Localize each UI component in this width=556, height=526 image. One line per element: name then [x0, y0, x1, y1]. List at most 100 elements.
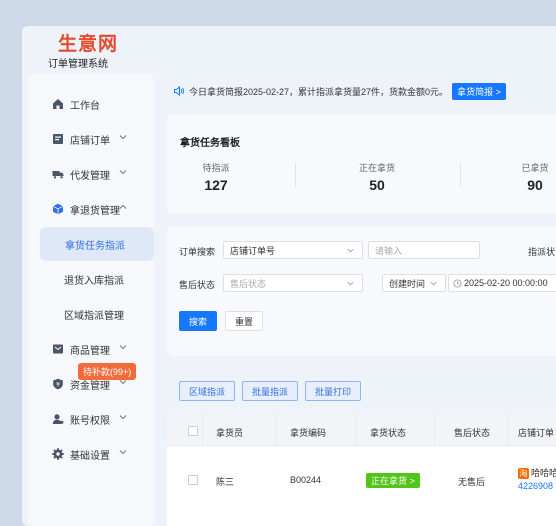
chevron-up-icon [119, 204, 127, 209]
cell-store-name: 淘哈哈哈 [518, 466, 556, 479]
user-icon [52, 413, 64, 425]
chevron-down-icon [347, 281, 354, 286]
svg-text:¥: ¥ [56, 382, 60, 389]
row-checkbox[interactable] [188, 475, 198, 485]
sidebar: 生意网 订单管理系统 工作台 店铺订单 代发管理 拿退货管理 拿货任务指派 退货… [22, 26, 155, 526]
chevron-down-icon [430, 281, 437, 286]
stat-value: 50 [369, 177, 385, 193]
truck-icon [52, 168, 64, 180]
status-badge[interactable]: 正在拿货 > [366, 473, 420, 488]
chevron-down-icon [119, 135, 127, 140]
divider [460, 163, 461, 187]
divider [202, 414, 203, 445]
order-search-select[interactable]: 店铺订单号 [223, 241, 363, 259]
sidebar-item-store-orders[interactable]: 店铺订单 [28, 122, 154, 156]
stat-value: 90 [527, 177, 543, 193]
stat-label: 待指派 [202, 163, 230, 173]
sidebar-item-label: 拿退货管理 [70, 205, 120, 217]
cell-after-sale: 无售后 [458, 477, 486, 487]
sidebar-item-label: 工作台 [70, 100, 100, 112]
sidebar-item-workbench[interactable]: 工作台 [28, 87, 154, 121]
store-order-link[interactable]: 4226908 [518, 481, 553, 491]
divider [295, 163, 296, 187]
after-sale-label: 售后状态 [179, 280, 216, 290]
col-header-store-order: 店铺订单 [518, 428, 555, 438]
reset-button[interactable]: 重置 [225, 311, 263, 331]
notice-bar: 今日拿货简报2025-02-27，累计指派拿货量27件，货款金额0元。 拿货简报… [173, 82, 506, 100]
order-search-label: 订单搜索 [179, 247, 216, 257]
select-value: 店铺订单号 [230, 245, 276, 256]
clock-icon [453, 278, 462, 288]
divider [434, 414, 435, 445]
goods-icon [52, 343, 64, 355]
sidebar-item-return-assign[interactable]: 退货入库指派 [28, 262, 190, 296]
divider [508, 414, 509, 445]
speaker-icon [174, 85, 185, 97]
input-placeholder: 请输入 [375, 245, 403, 256]
time-type-select[interactable]: 创建时间 [382, 274, 446, 292]
sidebar-item-label: 区域指派管理 [64, 310, 124, 322]
taobao-icon: 淘 [518, 468, 529, 479]
stat-picked: 已拿货 90 [515, 161, 555, 193]
shield-icon: ¥ [52, 378, 64, 390]
notice-text: 今日拿货简报2025-02-27，累计指派拿货量27件，货款金额0元。 [189, 86, 449, 97]
sidebar-item-label: 代发管理 [70, 170, 110, 182]
sidebar-item-label: 账号权限 [70, 415, 110, 427]
chevron-down-icon [347, 248, 354, 253]
order-search-input[interactable]: 请输入 [368, 241, 480, 259]
date-value: 2025-02-20 00:00:00 [464, 278, 548, 288]
col-header-code: 拿货编码 [290, 428, 327, 438]
chevron-down-icon [119, 450, 127, 455]
batch-assign-button[interactable]: 批量指派 [242, 381, 298, 401]
sidebar-item-goods[interactable]: 商品管理 [28, 332, 154, 366]
sidebar-item-label: 退货入库指派 [64, 275, 124, 287]
col-header-picker: 拿货员 [216, 428, 244, 438]
sidebar-item-label: 拿货任务指派 [65, 240, 125, 252]
app-window: 生意网 订单管理系统 工作台 店铺订单 代发管理 拿退货管理 拿货任务指派 退货… [22, 26, 556, 526]
divider [276, 414, 277, 445]
sidebar-item-region-assign[interactable]: 区域指派管理 [28, 297, 190, 331]
search-button[interactable]: 搜索 [179, 311, 217, 331]
sidebar-nav: 工作台 店铺订单 代发管理 拿退货管理 拿货任务指派 退货入库指派 区域指派管理… [28, 73, 154, 526]
gear-icon [52, 448, 64, 460]
select-placeholder: 售后状态 [230, 278, 267, 289]
after-sale-select[interactable]: 售后状态 [223, 274, 363, 292]
stat-pending: 待指派 127 [194, 161, 238, 193]
sidebar-item-account[interactable]: 账号权限 [28, 402, 154, 436]
sidebar-item-settings[interactable]: 基础设置 [28, 437, 154, 471]
date-range-input[interactable]: 2025-02-20 00:00:00 [448, 274, 556, 292]
col-header-after-sale: 售后状态 [454, 428, 491, 438]
logo-mark: 生意网 [58, 34, 119, 55]
divider [356, 414, 357, 445]
store-name: 哈哈哈 [531, 468, 556, 478]
logo: 生意网 订单管理系统 [48, 34, 148, 72]
cell-picker: 陈三 [216, 477, 235, 487]
chevron-down-icon [119, 170, 127, 175]
stat-label: 已拿货 [521, 163, 549, 173]
board-title: 拿货任务看板 [180, 138, 240, 149]
home-icon [52, 98, 64, 110]
daily-brief-button[interactable]: 拿货简报 > [452, 82, 506, 100]
sidebar-item-label: 基础设置 [70, 450, 110, 462]
logo-subtitle: 订单管理系统 [48, 59, 108, 70]
region-assign-button[interactable]: 区域指派 [179, 381, 235, 401]
stat-label: 正在拿货 [358, 163, 395, 173]
cell-code: B00244 [290, 475, 322, 485]
select-value: 创建时间 [389, 278, 426, 289]
chevron-down-icon [119, 415, 127, 420]
stat-picking: 正在拿货 50 [352, 161, 402, 193]
chevron-down-icon [119, 345, 127, 350]
sidebar-item-dropship[interactable]: 代发管理 [28, 157, 154, 191]
sidebar-item-pick-return[interactable]: 拿退货管理 [28, 192, 154, 226]
stat-value: 127 [204, 177, 228, 193]
sidebar-item-pick-task-assign[interactable]: 拿货任务指派 [40, 227, 154, 261]
select-all-checkbox[interactable] [188, 426, 198, 436]
batch-print-button[interactable]: 批量打印 [305, 381, 361, 401]
cube-icon [52, 203, 64, 215]
store-orders-icon [52, 133, 64, 145]
sidebar-item-label: 商品管理 [70, 345, 110, 357]
pending-payment-badge[interactable]: 待补款(99+) [78, 363, 137, 380]
sidebar-item-label: 店铺订单 [70, 135, 110, 147]
assign-status-label: 指派状 [528, 247, 556, 257]
col-header-status: 拿货状态 [370, 428, 407, 438]
